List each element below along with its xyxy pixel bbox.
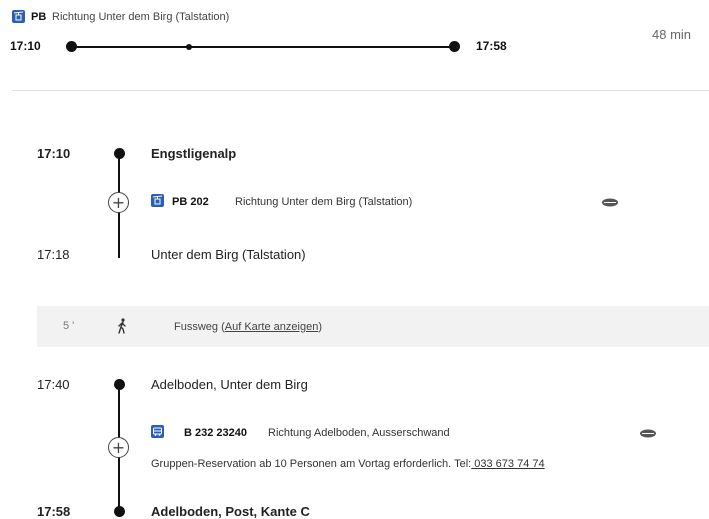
leg1-line-code: PB 202 [172,196,209,208]
leg2-end-node [114,506,125,517]
leg2-expand-button[interactable]: + [108,437,129,458]
leg2-departure-stop: Adelboden, Unter dem Birg [151,377,308,392]
leg1-occupancy-icon [602,198,618,207]
leg2-note-text: Gruppen-Reservation ab 10 Personen am Vo… [151,458,472,470]
leg1-arrival-stop: Unter dem Birg (Talstation) [151,247,306,262]
leg1-expand-button[interactable]: + [108,192,129,213]
leg1-departure-stop: Engstligenalp [151,146,237,161]
leg1-arrival-time: 17:18 [37,247,70,262]
walking-person-icon [118,318,126,334]
leg2-departure-time: 17:40 [37,377,70,392]
summary-end-dot [449,41,460,52]
walk-label-suffix: ) [318,321,322,333]
summary-direction: Richtung Unter dem Birg (Talstation) [52,11,230,23]
leg2-arrival-time: 17:58 [37,504,71,519]
cable-car-icon [12,10,25,23]
leg1-departure-time: 17:10 [37,146,71,161]
leg1-direction: Richtung Unter dem Birg (Talstation) [235,196,413,208]
leg2-arrival-stop: Adelboden, Post, Kante C [151,504,310,519]
leg2-line-code: B 232 23240 [184,427,247,439]
leg2-occupancy-icon [640,429,656,438]
leg2-reservation-note: Gruppen-Reservation ab 10 Personen am Vo… [151,458,545,470]
leg1-cable-car-icon [151,194,164,207]
show-on-map-link[interactable]: Auf Karte anzeigen [225,321,319,333]
walk-leg [37,306,709,347]
phone-link[interactable]: 033 673 74 74 [471,458,544,470]
summary-departure-time: 17:10 [10,39,41,53]
walk-label: Fussweg (Auf Karte anzeigen) [174,321,322,333]
header-divider [12,90,709,91]
summary-progress-line [72,46,456,48]
summary-arrival-time: 17:58 [476,39,507,53]
summary-line-code: PB [31,11,47,23]
summary-transfer-dot [186,44,192,50]
walk-duration: 5 ' [63,320,75,332]
leg2-bus-icon [151,425,164,438]
leg2-direction: Richtung Adelboden, Ausserschwand [268,427,450,439]
summary-duration: 48 min [652,27,692,42]
walk-label-prefix: Fussweg ( [174,321,225,333]
